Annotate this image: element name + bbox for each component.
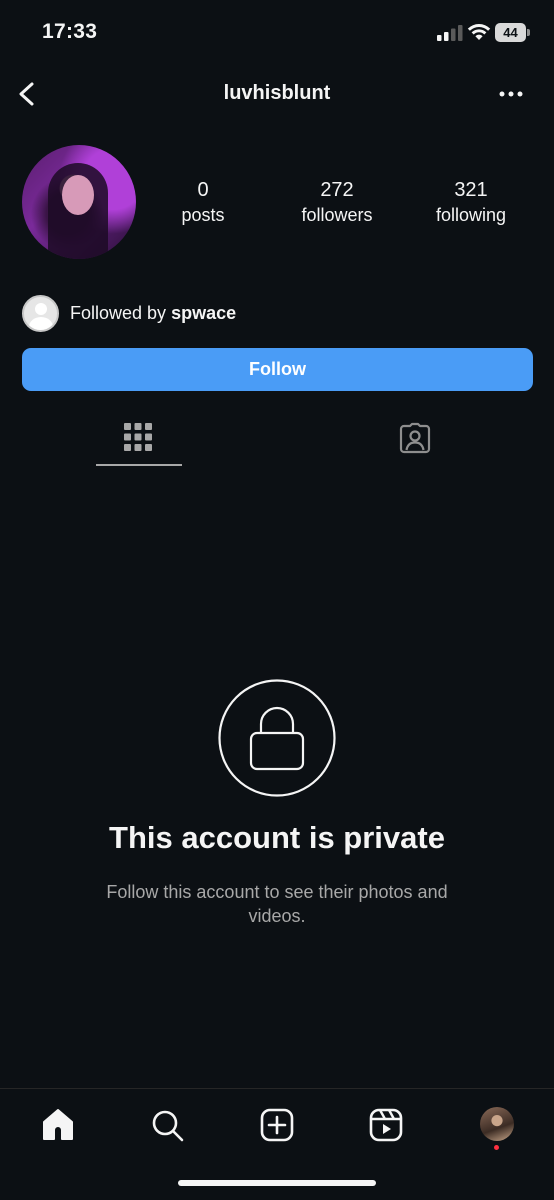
search-icon[interactable]: [147, 1105, 187, 1145]
home-indicator: [178, 1180, 376, 1186]
tab-grid[interactable]: [96, 410, 182, 466]
more-options-button[interactable]: [494, 82, 528, 106]
battery-level: 44: [495, 23, 526, 42]
tagged-person-icon: [399, 422, 431, 454]
profile-avatar[interactable]: [22, 145, 136, 259]
status-bar: 17:33 44: [0, 0, 554, 64]
profile-screen: 17:33 44 luvhisblunt 0 posts 272 followe…: [0, 0, 554, 1200]
follow-button[interactable]: Follow: [22, 348, 533, 391]
tab-tagged[interactable]: [372, 410, 458, 466]
cellular-signal-icon: [437, 25, 463, 41]
plus-square-icon[interactable]: [257, 1105, 297, 1145]
active-tab-indicator: [96, 464, 182, 466]
follower-avatar: [22, 294, 59, 332]
stat-followers[interactable]: 272 followers: [277, 178, 397, 228]
grid-icon: [124, 423, 152, 451]
profile-avatar-tab[interactable]: [480, 1107, 514, 1141]
following-count: 321: [454, 179, 488, 201]
wifi-icon: [467, 24, 491, 40]
stat-following[interactable]: 321 following: [411, 178, 531, 228]
posts-label: posts: [181, 205, 225, 225]
private-account-title: This account is private: [109, 820, 445, 855]
followers-count: 272: [320, 179, 354, 201]
followers-label: followers: [301, 205, 373, 225]
followed-by-text: Followed by spwace: [70, 303, 236, 324]
followed-by-user: spwace: [171, 302, 237, 323]
battery-icon: 44: [495, 23, 530, 42]
private-account-subtitle: Follow this account to see their photos …: [106, 882, 448, 926]
posts-count: 0: [197, 179, 209, 201]
more-horizontal-icon: [499, 91, 523, 97]
reels-icon[interactable]: [366, 1105, 406, 1145]
profile-username: luvhisblunt: [223, 82, 331, 104]
followed-by-prefix: Followed by: [70, 302, 167, 323]
home-icon[interactable]: [38, 1105, 78, 1145]
lock-icon: [218, 679, 336, 797]
status-time: 17:33: [42, 20, 98, 43]
stat-posts[interactable]: 0 posts: [143, 178, 263, 228]
following-label: following: [435, 205, 507, 225]
notification-dot: [494, 1145, 499, 1150]
followed-by-row[interactable]: Followed by spwace: [22, 294, 236, 332]
